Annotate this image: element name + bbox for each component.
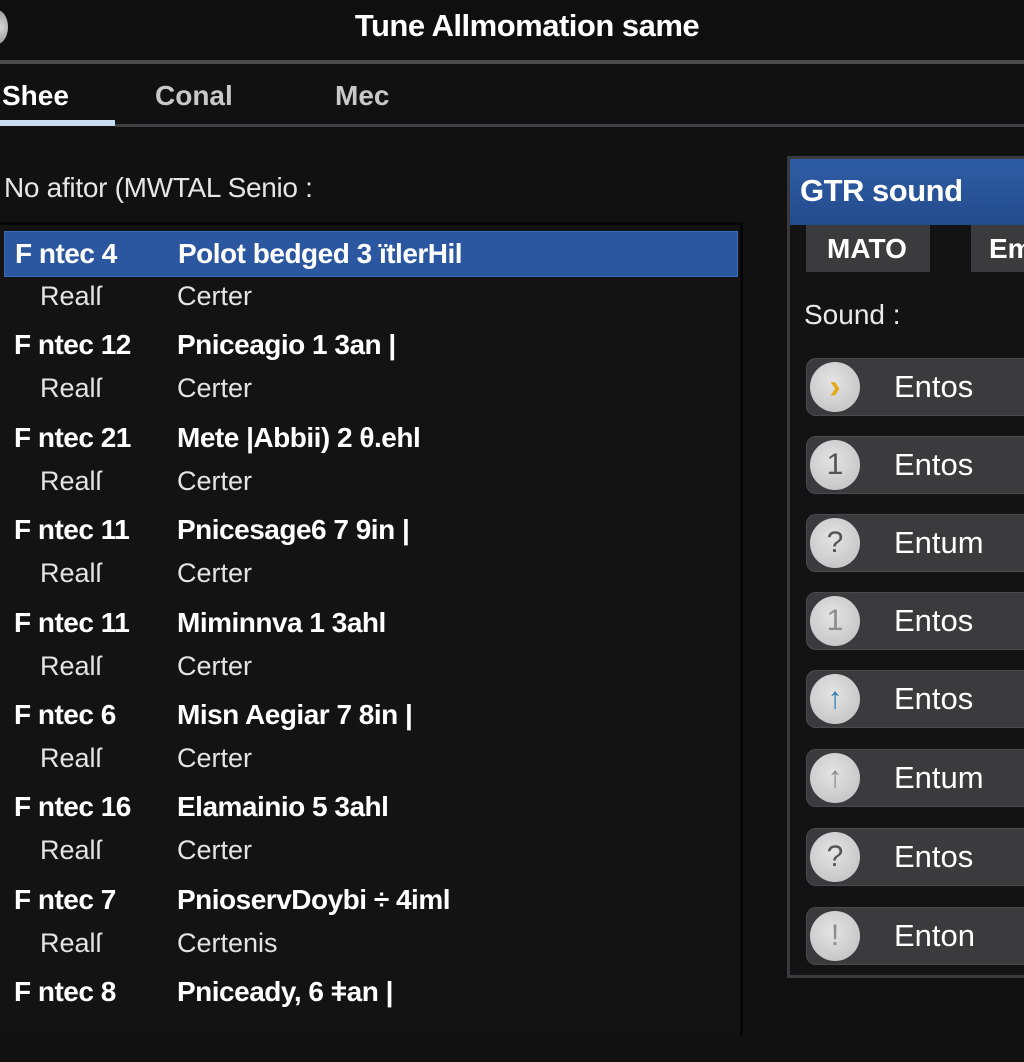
item-list: F ntec 4 Polot bedged 3 ïtlerHil Realſ Cer… — [0, 222, 743, 1035]
item-name: Pniceady, 6 ǂan | — [177, 976, 393, 1007]
item-sub1: Realſ — [40, 373, 102, 403]
info-one-icon: 1 — [810, 596, 860, 646]
question-icon: ? — [810, 518, 860, 568]
panel-tab-label: Em — [989, 233, 1024, 264]
question-icon: ? — [810, 832, 860, 882]
item-sub2: Certer — [177, 743, 253, 773]
sound-button-label: Entos — [894, 839, 974, 874]
item-sub1: Realſ — [40, 651, 102, 681]
sound-button[interactable]: ↑ Entum — [806, 749, 1024, 807]
item-sub1: Realſ — [40, 281, 102, 311]
section-label: No afitor (MWTAL Senio : — [4, 172, 313, 203]
list-item[interactable]: F ntec 11 Miminnva 1 3ahl Realſ Certer — [4, 601, 738, 693]
item-name: Elamainio 5 3ahl — [177, 791, 389, 822]
sound-button[interactable]: › Entos — [806, 358, 1024, 416]
list-item[interactable]: F ntec 6 Misn Aegiar 7 8in | Realſ Certer — [4, 693, 738, 785]
sound-button-label: Entos — [894, 603, 974, 638]
item-name: Pnicesage6 7 9in | — [177, 514, 410, 545]
panel-title: GTR sound — [800, 173, 963, 208]
item-sub1: Realſ — [40, 928, 102, 958]
list-item[interactable]: F ntec 4 Polot bedged 3 ïtlerHil Realſ Cer… — [4, 231, 738, 323]
panel-tab-em[interactable]: Em — [971, 225, 1024, 272]
sound-button[interactable]: 1 Entos — [806, 436, 1024, 494]
sound-button[interactable]: ↑ Entos — [806, 670, 1024, 728]
sound-button-label: Enton — [894, 918, 976, 953]
item-name: Miminnva 1 3ahl — [177, 607, 386, 638]
item-id: F ntec 11 — [14, 514, 130, 545]
item-id: F ntec 8 — [14, 976, 116, 1007]
list-item[interactable]: F ntec 12 Pniceagio 1 3an | Realſ Certer — [4, 323, 738, 415]
arrow-up-icon: ↑ — [810, 753, 860, 803]
list-item[interactable]: F ntec 21 Mete |Abbii) 2 θ.ehl Realſ Certe… — [4, 416, 738, 508]
sound-button-label: Entum — [894, 760, 984, 795]
app-title: Tune Allmomation same — [354, 8, 700, 43]
item-name: Pniceagio 1 3an | — [177, 329, 396, 360]
sound-button[interactable]: 1 Entos — [806, 592, 1024, 650]
title-bar: Tune Allmomation same — [0, 0, 1024, 58]
sound-button-label: Entum — [894, 525, 984, 560]
tab-conal[interactable]: Conal — [155, 80, 233, 112]
panel-tab-label: MATO — [827, 233, 907, 264]
item-name: Mete |Abbii) 2 θ.ehl — [177, 422, 421, 453]
sound-button-label: Entos — [894, 447, 974, 482]
sound-button[interactable]: ! Enton — [806, 907, 1024, 965]
tab-mec[interactable]: Mec — [335, 80, 389, 112]
sound-button[interactable]: ? Entum — [806, 514, 1024, 572]
item-name: Polot bedged 3 ïtlerHil — [178, 238, 463, 269]
item-sub1: Realſ — [40, 743, 102, 773]
list-item[interactable]: F ntec 7 PnioservDoybi ÷ 4iml Realſ Certen… — [4, 878, 738, 970]
divider — [115, 124, 1024, 127]
sound-button[interactable]: ? Entos — [806, 828, 1024, 886]
item-sub2: Certer — [177, 651, 253, 681]
exclamation-icon: ! — [810, 911, 860, 961]
tab-shee[interactable]: Shee — [2, 80, 69, 112]
item-sub2: Certer — [177, 281, 253, 311]
item-id: F ntec 4 — [15, 238, 117, 269]
item-name: Misn Aegiar 7 8in | — [177, 699, 413, 730]
sound-button-label: Entos — [894, 369, 974, 404]
chevron-right-icon: › — [810, 362, 860, 412]
sound-button-label: Entos — [894, 681, 974, 716]
item-sub2: Certer — [177, 835, 253, 865]
item-sub2: Certenis — [177, 928, 278, 958]
item-id: F ntec 12 — [14, 329, 131, 360]
arrow-up-icon: ↑ — [810, 674, 860, 724]
item-sub2: Certer — [177, 373, 253, 403]
list-item[interactable]: F ntec 8 Pniceady, 6 ǂan | — [4, 970, 738, 1062]
tab-bar: Shee Conal Mec — [0, 64, 1024, 126]
sound-label: Sound : — [804, 299, 901, 330]
item-sub1: Realſ — [40, 466, 102, 496]
active-tab-indicator — [0, 120, 115, 126]
item-name: PnioservDoybi ÷ 4iml — [177, 884, 451, 915]
item-sub1: Realſ — [40, 835, 102, 865]
item-id: F ntec 21 — [14, 422, 131, 453]
list-item[interactable]: F ntec 16 Elamainio 5 3ahl Realſ Certer — [4, 785, 738, 877]
item-id: F ntec 16 — [14, 791, 131, 822]
item-id: F ntec 11 — [14, 607, 130, 638]
panel-header: GTR sound — [790, 159, 1024, 225]
item-sub2: Certer — [177, 558, 253, 588]
item-id: F ntec 6 — [14, 699, 116, 730]
list-item[interactable]: F ntec 11 Pnicesage6 7 9in | Realſ Certer — [4, 508, 738, 600]
item-sub1: Realſ — [40, 558, 102, 588]
panel-tab-mato[interactable]: MATO — [806, 225, 930, 272]
item-sub2: Certer — [177, 466, 253, 496]
sound-panel: GTR sound MATO Em Sound : › Entos 1 Ento… — [787, 156, 1024, 978]
info-one-icon: 1 — [810, 440, 860, 490]
item-id: F ntec 7 — [14, 884, 116, 915]
